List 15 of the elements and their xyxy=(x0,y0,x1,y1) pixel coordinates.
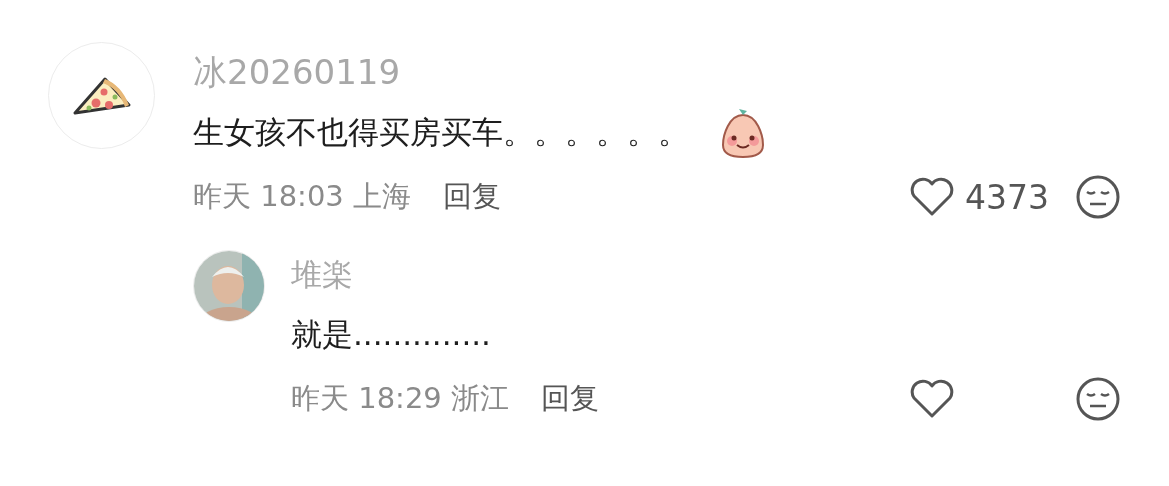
heart-icon xyxy=(909,379,955,419)
like-button[interactable] xyxy=(909,379,955,419)
reply-link[interactable]: 回复 xyxy=(541,379,599,419)
neutral-face-icon xyxy=(1075,376,1121,422)
comment-time-location: 昨天 18:29 浙江 xyxy=(291,380,509,417)
comment-text: 就是.............. xyxy=(291,315,491,354)
dislike-button[interactable] xyxy=(1075,376,1121,422)
like-button[interactable] xyxy=(909,177,955,217)
comment-text: 生女孩不也得买房买车。。。。。。 xyxy=(193,113,689,152)
like-count: 4373 xyxy=(965,177,1050,217)
comment-time-location: 昨天 18:03 上海 xyxy=(193,178,411,215)
heart-icon xyxy=(909,177,955,217)
dislike-button[interactable] xyxy=(1075,174,1121,220)
reply-link[interactable]: 回复 xyxy=(443,177,501,217)
neutral-face-icon xyxy=(1075,174,1121,220)
